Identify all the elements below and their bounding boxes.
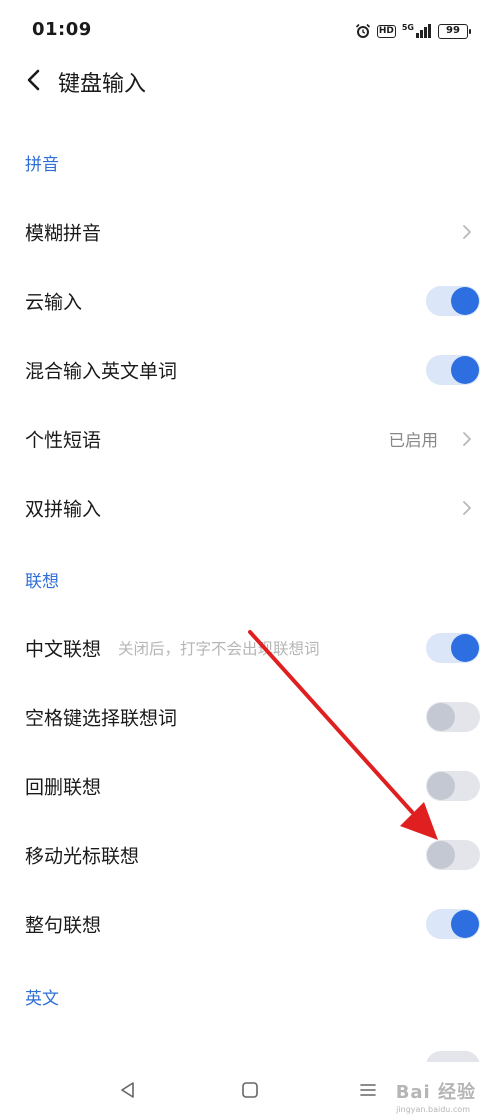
menu-lines-icon bbox=[360, 1084, 376, 1096]
nav-home-button[interactable] bbox=[234, 1074, 266, 1106]
square-home-icon bbox=[242, 1082, 258, 1098]
nav-back-button[interactable] bbox=[112, 1074, 144, 1106]
chevron-right-icon bbox=[463, 225, 471, 239]
setting-row-fuzzy-pinyin[interactable]: 模糊拼音 bbox=[0, 198, 500, 266]
setting-row-sentence-association: 整句联想 bbox=[0, 890, 500, 958]
setting-row-space-select: 空格键选择联想词 bbox=[0, 683, 500, 751]
alarm-icon bbox=[355, 23, 370, 38]
network-type-label: 5G bbox=[401, 23, 414, 32]
chevron-right-icon bbox=[463, 432, 471, 446]
backspace-association-toggle[interactable] bbox=[426, 771, 480, 801]
mixed-english-toggle[interactable] bbox=[426, 355, 480, 385]
toggle-knob bbox=[427, 772, 455, 800]
back-button[interactable] bbox=[16, 62, 52, 98]
top-app-bar: 键盘输入 bbox=[0, 52, 500, 110]
sentence-association-toggle[interactable] bbox=[426, 909, 480, 939]
signal-bars-icon bbox=[416, 24, 431, 38]
setting-label: 个性短语 bbox=[25, 429, 102, 452]
setting-label: 空格键选择联想词 bbox=[25, 707, 178, 730]
setting-row-double-pinyin[interactable]: 双拼输入 bbox=[0, 474, 500, 542]
page-title: 键盘输入 bbox=[58, 72, 147, 97]
setting-row-cursor-association: 移动光标联想 bbox=[0, 821, 500, 889]
hd-badge: HD bbox=[376, 24, 396, 38]
setting-row-cloud-input: 云输入 bbox=[0, 267, 500, 335]
system-nav-bar: Bai 经验 jingyan.baidu.com bbox=[0, 1062, 500, 1118]
setting-label: 云输入 bbox=[25, 291, 83, 314]
setting-label: 混合输入英文单词 bbox=[25, 360, 178, 383]
toggle-knob bbox=[451, 356, 479, 384]
chevron-right-icon bbox=[463, 501, 471, 515]
chevron-left-icon bbox=[27, 69, 40, 91]
section-header-pinyin: 拼音 bbox=[25, 155, 59, 175]
status-icons: HD 5G 99 bbox=[355, 20, 471, 42]
watermark-url: jingyan.baidu.com bbox=[396, 1105, 470, 1114]
space-select-toggle[interactable] bbox=[426, 702, 480, 732]
setting-row-mixed-english: 混合输入英文单词 bbox=[0, 336, 500, 404]
signal-indicator: 5G bbox=[402, 24, 432, 38]
section-header-english: 英文 bbox=[25, 989, 59, 1009]
toggle-knob bbox=[451, 910, 479, 938]
setting-row-backspace-association: 回删联想 bbox=[0, 752, 500, 820]
nav-menu-button[interactable] bbox=[352, 1074, 384, 1106]
setting-label: 中文联想 bbox=[25, 638, 102, 661]
setting-row-custom-phrases[interactable]: 个性短语 已启用 bbox=[0, 405, 500, 473]
setting-label: 回删联想 bbox=[25, 776, 102, 799]
cursor-association-toggle[interactable] bbox=[426, 840, 480, 870]
setting-label: 双拼输入 bbox=[25, 498, 102, 521]
triangle-back-icon bbox=[121, 1082, 134, 1098]
battery-indicator: 99 bbox=[438, 23, 471, 39]
setting-label: 模糊拼音 bbox=[25, 222, 102, 245]
setting-value: 已启用 bbox=[388, 431, 439, 450]
toggle-knob bbox=[427, 841, 455, 869]
section-header-association: 联想 bbox=[25, 572, 59, 592]
toggle-knob bbox=[427, 703, 455, 731]
status-time: 01:09 bbox=[32, 19, 92, 40]
setting-row-chinese-association: 中文联想 关闭后，打字不会出现联想词 bbox=[0, 614, 500, 682]
setting-hint: 关闭后，打字不会出现联想词 bbox=[118, 640, 320, 658]
setting-label: 整句联想 bbox=[25, 914, 102, 937]
setting-label: 移动光标联想 bbox=[25, 845, 140, 868]
chinese-association-toggle[interactable] bbox=[426, 633, 480, 663]
toggle-knob bbox=[451, 287, 479, 315]
cloud-input-toggle[interactable] bbox=[426, 286, 480, 316]
watermark: Bai 经验 bbox=[395, 1082, 476, 1103]
toggle-knob bbox=[451, 634, 479, 662]
